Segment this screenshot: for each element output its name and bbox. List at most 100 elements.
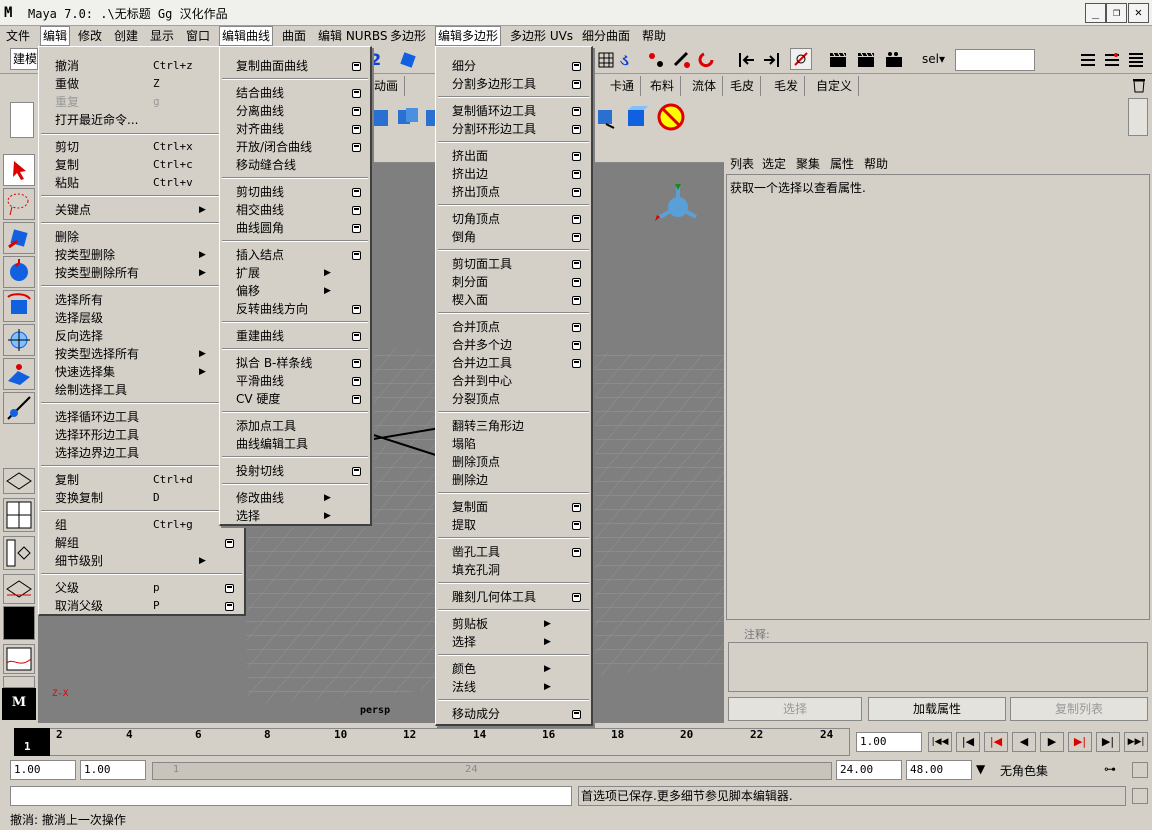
snap-point-icon[interactable] (646, 50, 668, 72)
submenu-arrow-icon[interactable]: ▶ (199, 246, 206, 264)
option-box-icon[interactable] (572, 503, 581, 512)
edit-duplicate-item[interactable]: 复制 Ctrl+d (39, 471, 244, 489)
option-box-icon[interactable] (352, 125, 361, 134)
shelf-cube-icon[interactable] (626, 104, 648, 126)
curves-item[interactable]: 选择 ▶ (220, 507, 370, 525)
option-box-icon[interactable] (225, 584, 234, 593)
option-box-icon[interactable] (352, 188, 361, 197)
option-box-icon[interactable] (572, 359, 581, 368)
poly-item[interactable]: 挤出面 (436, 147, 591, 165)
submenu-arrow-icon[interactable]: ▶ (544, 633, 551, 651)
maximize-button[interactable]: ❐ (1106, 3, 1127, 23)
poly-item[interactable]: 细分 (436, 57, 591, 75)
menu-create[interactable]: 创建 (112, 28, 140, 44)
curves-item[interactable]: 修改曲线 ▶ (220, 489, 370, 507)
edit-keys-item[interactable]: 关键点 ▶ (39, 201, 244, 219)
shelf-move-icon[interactable] (370, 104, 392, 126)
submenu-arrow-icon[interactable]: ▶ (544, 660, 551, 678)
attr-menu-list[interactable]: 列表 (730, 155, 754, 172)
selection-mode-label[interactable]: sel▾ (922, 52, 945, 66)
submenu-arrow-icon[interactable]: ▶ (199, 363, 206, 381)
option-box-icon[interactable] (225, 602, 234, 611)
edit-level-of-detail-item[interactable]: 细节级别 ▶ (39, 552, 244, 570)
attribute-editor-icon[interactable] (1078, 50, 1100, 72)
shelf-split-icon[interactable] (596, 104, 618, 129)
option-box-icon[interactable] (572, 548, 581, 557)
copy-tab-button[interactable]: 复制列表 (1010, 697, 1148, 721)
option-box-icon[interactable] (572, 260, 581, 269)
end-time-field[interactable]: 48.00 (906, 760, 972, 780)
option-box-icon[interactable] (352, 467, 361, 476)
edit-invert-selection-item[interactable]: 反向选择 (39, 327, 244, 345)
ipr-render-icon[interactable] (856, 50, 878, 72)
menu-window[interactable]: 窗口 (184, 28, 212, 44)
tool-settings-icon[interactable] (1102, 50, 1124, 72)
input-icon[interactable] (736, 50, 758, 72)
curves-item[interactable]: 曲线编辑工具 (220, 435, 370, 453)
range-bar[interactable]: 1 24 (152, 762, 832, 780)
notes-field[interactable] (728, 642, 1148, 692)
graph-layout-icon[interactable] (3, 574, 35, 604)
option-box-icon[interactable] (352, 251, 361, 260)
option-box-icon[interactable] (352, 395, 361, 404)
edit-recent-commands-item[interactable]: 打开最近命令... (39, 111, 244, 129)
option-box-icon[interactable] (352, 224, 361, 233)
character-set-label[interactable]: 无角色集 (1000, 762, 1048, 779)
output-icon[interactable] (762, 50, 784, 72)
attr-menu-help[interactable]: 帮助 (864, 155, 888, 172)
step-forward-key-icon[interactable]: ▶| (1068, 732, 1092, 752)
poly-item[interactable]: 复制循环边工具 (436, 102, 591, 120)
step-back-key-icon[interactable]: |◀ (984, 732, 1008, 752)
menu-edit[interactable]: 编辑 (40, 26, 71, 46)
go-to-end-icon[interactable]: ▶▶| (1124, 732, 1148, 752)
submenu-arrow-icon[interactable]: ▶ (199, 345, 206, 363)
poly-item[interactable]: 剪切面工具 (436, 255, 591, 273)
quick-select-field[interactable] (955, 49, 1035, 71)
option-box-icon[interactable] (572, 341, 581, 350)
option-box-icon[interactable] (572, 296, 581, 305)
poly-item[interactable]: 合并边工具 (436, 354, 591, 372)
curves-item[interactable]: 相交曲线 (220, 201, 370, 219)
outliner-layout-icon[interactable] (3, 536, 35, 570)
script-editor-icon[interactable] (1132, 788, 1148, 804)
minimize-button[interactable]: _ (1085, 3, 1106, 23)
option-box-icon[interactable] (225, 539, 234, 548)
option-box-icon[interactable] (572, 323, 581, 332)
option-box-icon[interactable] (572, 233, 581, 242)
poly-item[interactable]: 楔入面 (436, 291, 591, 309)
attr-menu-attributes[interactable]: 属性 (830, 155, 854, 172)
option-box-icon[interactable] (572, 593, 581, 602)
construction-history-icon[interactable] (790, 48, 812, 70)
poly-item[interactable]: 翻转三角形边 (436, 417, 591, 435)
submenu-arrow-icon[interactable]: ▶ (199, 201, 206, 219)
poly-item[interactable]: 合并到中心 (436, 372, 591, 390)
select-tool-icon[interactable] (3, 154, 35, 186)
menu-edit-polygons[interactable]: 编辑多边形 (435, 26, 502, 46)
poly-item[interactable]: 剪贴板 ▶ (436, 615, 591, 633)
edit-select-all-item[interactable]: 选择所有 (39, 291, 244, 309)
poly-item[interactable]: 切角顶点 (436, 210, 591, 228)
render-clapboard-icon[interactable] (828, 50, 850, 72)
option-box-icon[interactable] (572, 278, 581, 287)
option-box-icon[interactable] (352, 377, 361, 386)
go-to-start-icon[interactable]: |◀◀ (928, 732, 952, 752)
step-forward-frame-icon[interactable]: ▶| (1096, 732, 1120, 752)
playback-start-field[interactable]: 1.00 (80, 760, 146, 780)
submenu-arrow-icon[interactable]: ▶ (324, 489, 331, 507)
option-box-icon[interactable] (572, 80, 581, 89)
curves-item[interactable]: CV 硬度 (220, 390, 370, 408)
edit-select-edge-loop-item[interactable]: 选择循环边工具 (39, 408, 244, 426)
rotate-tool-icon[interactable] (3, 290, 35, 322)
curves-item[interactable]: 复制曲面曲线 (220, 57, 370, 75)
snap-curve-icon[interactable]: ડ (620, 50, 642, 72)
shelf-tab-animation[interactable]: 动画 (368, 76, 406, 96)
curves-item[interactable]: 开放/闭合曲线 (220, 138, 370, 156)
edit-unparent-item[interactable]: 取消父级 P (39, 597, 244, 615)
start-time-field[interactable]: 1.00 (10, 760, 76, 780)
move-tool-icon[interactable] (3, 256, 35, 288)
option-box-icon[interactable] (572, 170, 581, 179)
option-box-icon[interactable] (352, 143, 361, 152)
hypershade-layout-icon[interactable] (3, 606, 35, 640)
shelf-tab-cloth[interactable]: 布料 (644, 76, 682, 96)
menu-file[interactable]: 文件 (4, 28, 32, 44)
